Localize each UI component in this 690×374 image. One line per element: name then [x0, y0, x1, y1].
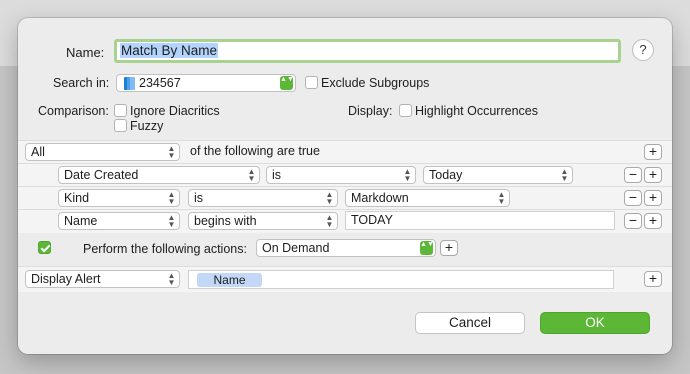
- condition-value: Today: [429, 168, 463, 182]
- name-value: Match By Name: [120, 43, 219, 58]
- remove-condition-button[interactable]: −: [624, 213, 642, 229]
- condition-field-value: Name: [64, 214, 98, 228]
- fuzzy-label: Fuzzy: [130, 119, 164, 133]
- highlight-occurrences-checkbox[interactable]: [399, 104, 412, 117]
- condition-value: Markdown: [351, 191, 409, 205]
- add-condition-button[interactable]: +: [644, 167, 662, 183]
- database-icon: [124, 77, 135, 90]
- condition-operator-value: begins with: [194, 214, 257, 228]
- perform-actions-checkbox[interactable]: [38, 241, 51, 254]
- action-type-popup[interactable]: Display Alert ▲ ▼: [25, 270, 180, 288]
- condition-field-value: Date Created: [64, 168, 139, 182]
- search-in-value: 234567: [139, 76, 181, 90]
- chevron-updown-icon: ▲ ▼: [403, 167, 412, 183]
- display-label: Display:: [348, 104, 393, 118]
- chevron-updown-icon: ▲ ▼: [560, 167, 569, 183]
- chevron-updown-icon: ▲ ▼: [247, 167, 256, 183]
- add-condition-button[interactable]: +: [644, 213, 662, 229]
- match-mode-value: All: [31, 145, 45, 159]
- smart-rule-dialog: Name: Match By Name ? Search in: 234567 …: [18, 18, 672, 354]
- comparison-label: Comparison:: [38, 104, 109, 118]
- name-field[interactable]: Match By Name: [114, 39, 621, 63]
- highlight-occurrences-label: Highlight Occurrences: [415, 104, 538, 118]
- action-type-value: Display Alert: [31, 272, 101, 286]
- ok-button[interactable]: OK: [540, 312, 650, 334]
- help-button[interactable]: ?: [632, 39, 654, 61]
- popup-stepper-icon: ▲▼: [420, 241, 434, 255]
- condition-value-popup[interactable]: Markdown ▲ ▼: [345, 189, 510, 207]
- add-action-button[interactable]: +: [644, 271, 662, 287]
- chevron-updown-icon: ▲ ▼: [167, 144, 176, 160]
- trigger-popup[interactable]: On Demand ▲▼: [256, 239, 436, 257]
- chevron-updown-icon: ▲ ▼: [167, 271, 176, 287]
- perform-actions-label: Perform the following actions:: [83, 242, 247, 256]
- condition-value-popup[interactable]: Today ▲ ▼: [423, 166, 573, 184]
- exclude-subgroups-checkbox[interactable]: [305, 76, 318, 89]
- condition-field-value: Kind: [64, 191, 90, 205]
- match-mode-popup[interactable]: All ▲ ▼: [25, 143, 180, 161]
- popup-stepper-icon: ▲▼: [280, 76, 294, 90]
- remove-condition-button[interactable]: −: [624, 190, 642, 206]
- condition-operator-value: is: [194, 191, 204, 205]
- condition-operator-popup[interactable]: is ▲ ▼: [188, 189, 338, 207]
- fuzzy-checkbox[interactable]: [114, 119, 127, 132]
- exclude-subgroups-label: Exclude Subgroups: [321, 76, 430, 90]
- add-action-button[interactable]: +: [440, 240, 458, 256]
- condition-operator-popup[interactable]: is ▲ ▼: [266, 166, 416, 184]
- condition-field-popup[interactable]: Name ▲ ▼: [58, 212, 180, 230]
- alert-message-field[interactable]: Name: [188, 270, 614, 289]
- ignore-diacritics-checkbox[interactable]: [114, 104, 127, 117]
- search-in-label: Search in:: [53, 76, 110, 90]
- ignore-diacritics-label: Ignore Diacritics: [130, 104, 220, 118]
- remove-condition-button[interactable]: −: [624, 167, 642, 183]
- search-in-popup[interactable]: 234567 ▲▼: [116, 74, 296, 92]
- condition-field-popup[interactable]: Kind ▲ ▼: [58, 189, 180, 207]
- chevron-updown-icon: ▲ ▼: [325, 190, 334, 206]
- condition-value-field[interactable]: TODAY: [345, 211, 615, 230]
- condition-operator-value: is: [272, 168, 282, 182]
- trigger-value: On Demand: [262, 241, 330, 255]
- chevron-updown-icon: ▲ ▼: [167, 213, 176, 229]
- chevron-updown-icon: ▲ ▼: [325, 213, 334, 229]
- chevron-updown-icon: ▲ ▼: [497, 190, 506, 206]
- cancel-button[interactable]: Cancel: [415, 312, 525, 334]
- name-label: Name:: [66, 45, 105, 60]
- condition-operator-popup[interactable]: begins with ▲ ▼: [188, 212, 338, 230]
- condition-field-popup[interactable]: Date Created ▲ ▼: [58, 166, 260, 184]
- add-condition-button[interactable]: +: [644, 190, 662, 206]
- match-suffix-label: of the following are true: [190, 144, 320, 158]
- name-placeholder-token[interactable]: Name: [197, 273, 262, 287]
- add-condition-button[interactable]: +: [644, 144, 662, 160]
- chevron-updown-icon: ▲ ▼: [167, 190, 176, 206]
